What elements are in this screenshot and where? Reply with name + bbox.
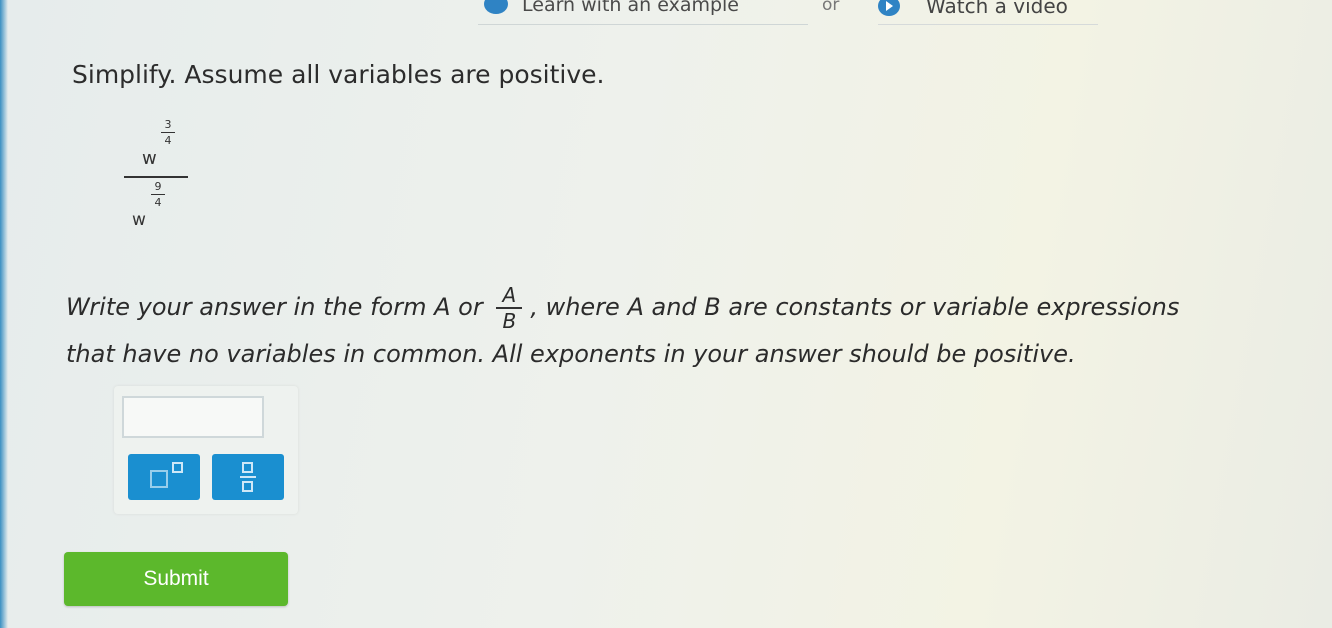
- fraction-numerator-box-icon: [242, 462, 253, 473]
- or-separator: or: [822, 0, 840, 15]
- denominator-exponent: 9 4: [151, 180, 165, 209]
- question-instruction: Simplify. Assume all variables are posit…: [72, 60, 605, 89]
- denominator-exponent-top: 9: [154, 180, 162, 193]
- denominator-exponent-bottom: 4: [154, 196, 162, 209]
- math-expression: w 3 4 w 9 4: [124, 118, 194, 236]
- prompt-text-2: , where A and B are constants or variabl…: [530, 293, 1180, 321]
- answer-input[interactable]: [122, 396, 264, 438]
- prompt-text-1: Write your answer in the form A or: [66, 293, 483, 321]
- fraction-bar: [124, 176, 188, 178]
- denominator-base: w: [132, 210, 146, 230]
- help-links: Learn with an example or Watch a video: [478, 0, 1098, 30]
- page-edge: [0, 0, 8, 628]
- exponent-base-box-icon: [150, 470, 168, 488]
- numerator-exponent: 3 4: [161, 118, 175, 147]
- prompt-line-1: Write your answer in the form A or A B ,…: [66, 284, 1179, 332]
- fraction-tool-button[interactable]: [212, 454, 284, 500]
- a-over-b-fraction: A B: [494, 284, 524, 332]
- numerator-exponent-bottom: 4: [164, 134, 172, 147]
- fraction-denominator-box-icon: [242, 481, 253, 492]
- answer-widget: [114, 386, 298, 514]
- prompt-line-2: that have no variables in common. All ex…: [66, 340, 1076, 368]
- submit-button[interactable]: Submit: [64, 552, 288, 606]
- lightbulb-icon: [484, 0, 508, 14]
- numerator-base: w: [142, 148, 157, 169]
- learn-with-example-link[interactable]: Learn with an example: [478, 0, 808, 25]
- exponent-power-box-icon: [172, 462, 183, 473]
- fraction-bar-icon: [240, 476, 256, 478]
- play-icon: [878, 0, 900, 16]
- numerator-exponent-top: 3: [164, 118, 172, 131]
- fraction-a: A: [502, 283, 517, 307]
- video-link-label: Watch a video: [926, 0, 1068, 18]
- exponent-tool-button[interactable]: [128, 454, 200, 500]
- watch-video-link[interactable]: Watch a video: [878, 0, 1098, 25]
- learn-link-label: Learn with an example: [522, 0, 739, 16]
- fraction-b: B: [502, 309, 517, 333]
